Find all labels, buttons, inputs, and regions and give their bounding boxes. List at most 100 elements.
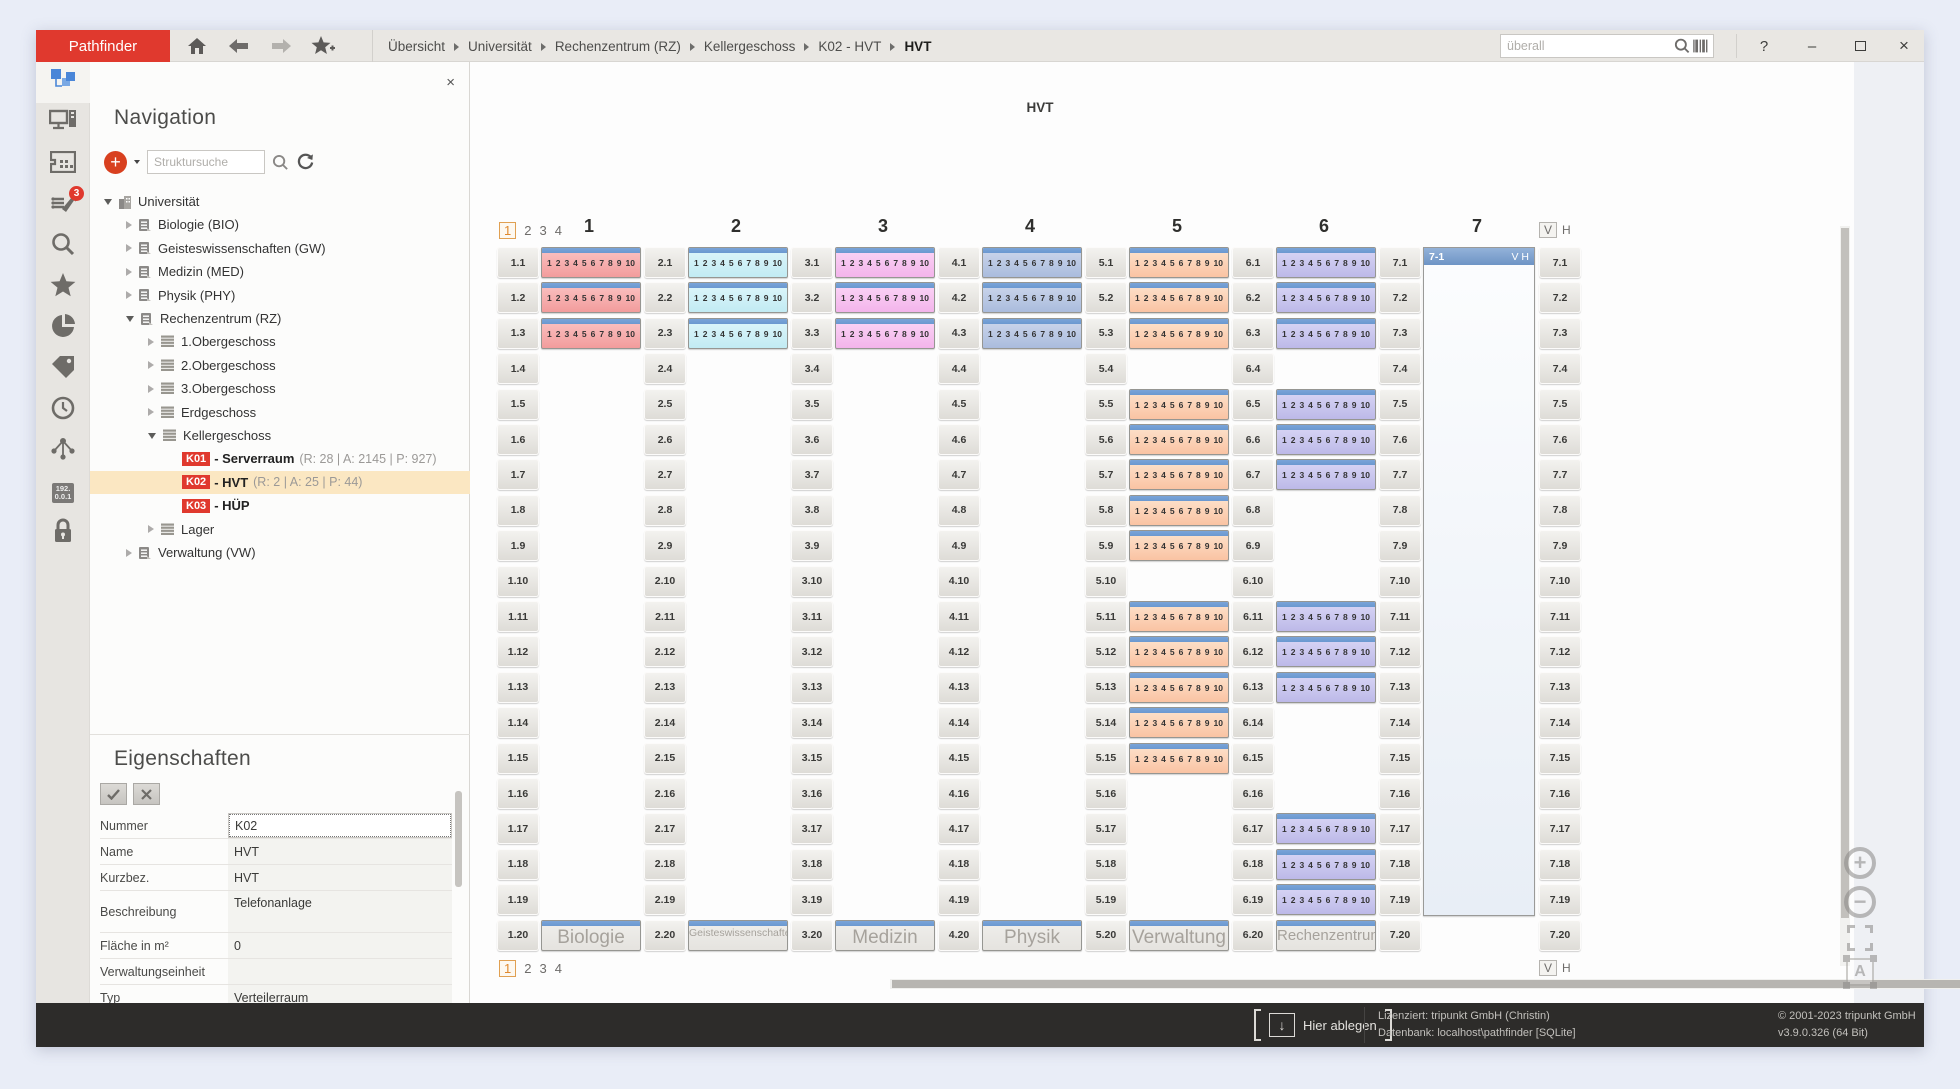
discard-button[interactable] bbox=[133, 783, 160, 805]
port-8[interactable]: 8 bbox=[1049, 329, 1054, 339]
port-2[interactable]: 2 bbox=[850, 258, 855, 268]
port-2[interactable]: 2 bbox=[997, 293, 1002, 303]
port-5[interactable]: 5 bbox=[876, 329, 881, 339]
port-7[interactable]: 7 bbox=[1334, 824, 1339, 834]
port-10[interactable]: 10 bbox=[919, 293, 928, 303]
port-7[interactable]: 7 bbox=[1334, 647, 1339, 657]
port-4[interactable]: 4 bbox=[1308, 612, 1313, 622]
port-9[interactable]: 9 bbox=[1205, 541, 1210, 551]
port-7[interactable]: 7 bbox=[1187, 718, 1192, 728]
port-1[interactable]: 1 bbox=[1135, 612, 1140, 622]
port-2[interactable]: 2 bbox=[997, 329, 1002, 339]
patch-panel-3.3[interactable]: 12345678910 bbox=[835, 318, 935, 349]
port-6[interactable]: 6 bbox=[1326, 824, 1331, 834]
port-2[interactable]: 2 bbox=[556, 258, 561, 268]
port-5[interactable]: 5 bbox=[1317, 435, 1322, 445]
patch-panel-6.11[interactable]: 12345678910 bbox=[1276, 601, 1376, 632]
port-1[interactable]: 1 bbox=[1282, 400, 1287, 410]
port-4[interactable]: 4 bbox=[1161, 400, 1166, 410]
port-9[interactable]: 9 bbox=[1058, 293, 1063, 303]
port-9[interactable]: 9 bbox=[1205, 612, 1210, 622]
expand-icon[interactable] bbox=[126, 244, 132, 252]
port-9[interactable]: 9 bbox=[1205, 506, 1210, 516]
port-9[interactable]: 9 bbox=[1205, 683, 1210, 693]
breadcrumb-item[interactable]: Rechenzentrum (RZ) bbox=[555, 39, 681, 54]
port-10[interactable]: 10 bbox=[1360, 612, 1369, 622]
port-9[interactable]: 9 bbox=[1058, 329, 1063, 339]
port-5[interactable]: 5 bbox=[1023, 293, 1028, 303]
port-2[interactable]: 2 bbox=[1144, 435, 1149, 445]
patch-panel-3.2[interactable]: 12345678910 bbox=[835, 282, 935, 313]
port-8[interactable]: 8 bbox=[1049, 293, 1054, 303]
port-1[interactable]: 1 bbox=[1282, 258, 1287, 268]
port-10[interactable]: 10 bbox=[1213, 470, 1222, 480]
port-7[interactable]: 7 bbox=[1334, 258, 1339, 268]
port-5[interactable]: 5 bbox=[1317, 895, 1322, 905]
port-5[interactable]: 5 bbox=[1170, 400, 1175, 410]
vertical-view-button[interactable]: V bbox=[1539, 222, 1557, 238]
port-10[interactable]: 10 bbox=[1213, 683, 1222, 693]
port-3[interactable]: 3 bbox=[1152, 683, 1157, 693]
breadcrumb-item[interactable]: Universität bbox=[468, 39, 532, 54]
port-4[interactable]: 4 bbox=[1308, 683, 1313, 693]
port-1[interactable]: 1 bbox=[1282, 435, 1287, 445]
tree-item[interactable]: 3.Obergeschoss bbox=[90, 377, 470, 400]
port-8[interactable]: 8 bbox=[1196, 506, 1201, 516]
tree-item[interactable]: Lager bbox=[90, 518, 470, 541]
port-7[interactable]: 7 bbox=[1334, 612, 1339, 622]
port-5[interactable]: 5 bbox=[1170, 470, 1175, 480]
port-4[interactable]: 4 bbox=[1161, 754, 1166, 764]
port-3[interactable]: 3 bbox=[1005, 329, 1010, 339]
port-9[interactable]: 9 bbox=[1205, 293, 1210, 303]
port-2[interactable]: 2 bbox=[703, 258, 708, 268]
patch-panel-6.1[interactable]: 12345678910 bbox=[1276, 247, 1376, 278]
port-1[interactable]: 1 bbox=[694, 329, 699, 339]
port-7[interactable]: 7 bbox=[893, 329, 898, 339]
port-8[interactable]: 8 bbox=[1196, 647, 1201, 657]
port-1[interactable]: 1 bbox=[988, 329, 993, 339]
breadcrumb-item[interactable]: Kellergeschoss bbox=[704, 39, 796, 54]
port-10[interactable]: 10 bbox=[1213, 400, 1222, 410]
port-1[interactable]: 1 bbox=[1135, 470, 1140, 480]
port-2[interactable]: 2 bbox=[850, 293, 855, 303]
search-icon[interactable] bbox=[1674, 37, 1690, 55]
port-4[interactable]: 4 bbox=[1308, 860, 1313, 870]
port-7[interactable]: 7 bbox=[1187, 329, 1192, 339]
expand-icon[interactable] bbox=[126, 268, 132, 276]
port-4[interactable]: 4 bbox=[720, 258, 725, 268]
page-tab-1[interactable]: 1 bbox=[499, 960, 516, 977]
patch-panel-1.2[interactable]: 12345678910 bbox=[541, 282, 641, 313]
port-5[interactable]: 5 bbox=[1170, 718, 1175, 728]
port-1[interactable]: 1 bbox=[1282, 293, 1287, 303]
patch-panel-1.20[interactable]: Biologie bbox=[541, 920, 641, 951]
patch-panel-5.8[interactable]: 12345678910 bbox=[1129, 495, 1229, 526]
port-8[interactable]: 8 bbox=[1196, 329, 1201, 339]
port-2[interactable]: 2 bbox=[1144, 541, 1149, 551]
apply-button[interactable] bbox=[100, 783, 127, 805]
port-6[interactable]: 6 bbox=[591, 258, 596, 268]
port-10[interactable]: 10 bbox=[1360, 258, 1369, 268]
port-4[interactable]: 4 bbox=[1308, 329, 1313, 339]
port-10[interactable]: 10 bbox=[1213, 718, 1222, 728]
port-10[interactable]: 10 bbox=[1360, 647, 1369, 657]
tree-item[interactable]: Kellergeschoss bbox=[90, 424, 470, 447]
collapse-icon[interactable] bbox=[104, 199, 112, 205]
port-6[interactable]: 6 bbox=[591, 329, 596, 339]
port-4[interactable]: 4 bbox=[1308, 435, 1313, 445]
port-2[interactable]: 2 bbox=[1144, 329, 1149, 339]
port-8[interactable]: 8 bbox=[608, 258, 613, 268]
port-8[interactable]: 8 bbox=[1343, 647, 1348, 657]
port-7[interactable]: 7 bbox=[599, 258, 604, 268]
port-10[interactable]: 10 bbox=[1213, 435, 1222, 445]
port-4[interactable]: 4 bbox=[1014, 293, 1019, 303]
patch-panel-5.3[interactable]: 12345678910 bbox=[1129, 318, 1229, 349]
port-3[interactable]: 3 bbox=[1152, 293, 1157, 303]
port-6[interactable]: 6 bbox=[591, 293, 596, 303]
patch-panel-2.2[interactable]: 12345678910 bbox=[688, 282, 788, 313]
port-2[interactable]: 2 bbox=[1144, 718, 1149, 728]
port-8[interactable]: 8 bbox=[1196, 612, 1201, 622]
port-7[interactable]: 7 bbox=[746, 293, 751, 303]
port-1[interactable]: 1 bbox=[1282, 683, 1287, 693]
port-5[interactable]: 5 bbox=[729, 293, 734, 303]
port-7[interactable]: 7 bbox=[746, 258, 751, 268]
